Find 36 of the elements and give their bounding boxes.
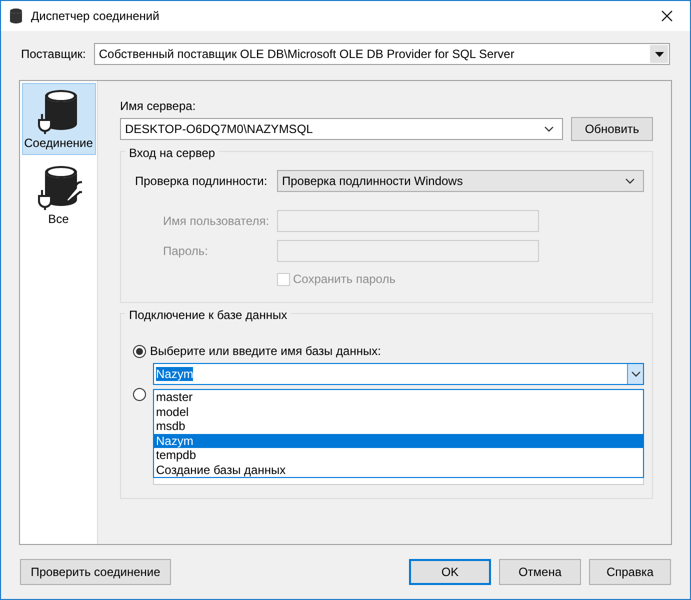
help-button[interactable]: Справка xyxy=(589,559,671,585)
chevron-down-icon xyxy=(544,126,554,132)
auth-label: Проверка подлинности: xyxy=(135,173,268,190)
dropdown-option[interactable]: msdb xyxy=(154,419,643,434)
database-dropdown[interactable]: Nazym xyxy=(153,363,644,385)
radio-label: Выберите или введите имя базы данных: xyxy=(150,343,381,360)
database-icon xyxy=(9,8,23,24)
dropdown-option[interactable]: master xyxy=(154,390,643,404)
auth-dropdown[interactable]: Проверка подлинности Windows xyxy=(277,170,644,192)
password-label: Пароль: xyxy=(163,243,209,260)
radio-button[interactable] xyxy=(133,344,146,358)
radio-button[interactable] xyxy=(133,388,146,401)
dropdown-arrow-icon xyxy=(654,52,664,56)
server-dropdown[interactable]: DESKTOP-O6DQ7M0\NAZYMSQL xyxy=(120,118,563,140)
dropdown-option[interactable]: model xyxy=(154,404,643,419)
dropdown-option[interactable]: Nazym xyxy=(154,434,643,448)
cancel-button[interactable]: Отмена xyxy=(499,559,581,585)
dropdown-option[interactable]: tempdb xyxy=(154,448,643,462)
username-label: Имя пользователя: xyxy=(163,213,270,230)
provider-label: Поставщик: xyxy=(21,46,86,63)
close-icon xyxy=(661,10,673,22)
dropdown-option[interactable]: Создание базы данных xyxy=(154,462,643,477)
chevron-down-icon xyxy=(630,371,640,377)
checkbox[interactable] xyxy=(277,272,290,286)
ok-button[interactable]: OK xyxy=(409,559,491,585)
test-connection-button[interactable]: Проверить соединение xyxy=(20,559,171,585)
password-field[interactable] xyxy=(277,240,539,262)
save-password-label: Сохранить пароль xyxy=(293,271,396,288)
provider-dropdown[interactable]: Собственный поставщик OLE DB\Microsoft OLE DB Provider for SQL Server xyxy=(94,43,670,65)
sidebar-item[interactable]: Все xyxy=(22,159,96,231)
refresh-button[interactable]: Обновить xyxy=(571,117,653,141)
chevron-down-icon xyxy=(625,178,635,184)
window-title: Диспетчер соединений xyxy=(31,8,160,25)
server-label: Имя сервера: xyxy=(120,98,197,115)
database-wrench-icon xyxy=(36,164,82,210)
sidebar-item[interactable]: Соединение xyxy=(22,83,96,155)
